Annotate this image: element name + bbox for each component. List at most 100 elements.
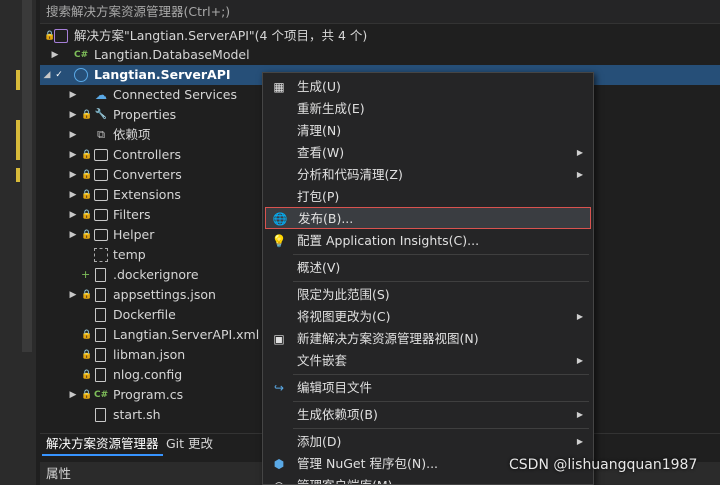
- menu-label: 查看(W): [297, 145, 345, 160]
- tree-label: libman.json: [113, 347, 186, 362]
- connected-services-icon: ☁: [95, 88, 107, 102]
- excluded-folder-icon: [94, 248, 108, 262]
- expand-arrow-icon[interactable]: ▶: [68, 385, 78, 405]
- lock-icon: 🔒: [81, 370, 93, 380]
- menu-item-pack[interactable]: 打包(P): [263, 186, 593, 208]
- lock-icon: 🔒: [44, 31, 56, 41]
- tab-git-changes[interactable]: Git 更改: [162, 434, 217, 454]
- menu-item-change-view[interactable]: 将视图更改为(C) ▶: [263, 306, 593, 328]
- edit-arrow-icon: ↪: [273, 381, 285, 395]
- solution-node[interactable]: 🔒 解决方案"Langtian.ServerAPI"(4 个项目，共 4 个): [40, 26, 720, 46]
- submenu-arrow-icon: ▶: [576, 170, 583, 179]
- nuget-icon: ⬢: [273, 457, 285, 471]
- expand-arrow-icon[interactable]: ▶: [68, 225, 78, 245]
- json-file-icon: [95, 348, 106, 362]
- build-icon: ▦: [273, 80, 285, 94]
- lock-icon: 🔒: [81, 210, 93, 220]
- menu-item-clean[interactable]: 清理(N): [263, 120, 593, 142]
- search-input[interactable]: 搜索解决方案资源管理器(Ctrl+;): [40, 0, 720, 24]
- menu-item-publish[interactable]: 🌐 发布(B)...: [265, 207, 591, 229]
- tree-label: Helper: [113, 227, 155, 242]
- change-marker: [16, 120, 20, 160]
- tree-label: Langtian.ServerAPI: [94, 67, 231, 82]
- menu-item-overview[interactable]: 概述(V): [263, 257, 593, 279]
- menu-label: 生成(U): [297, 79, 341, 94]
- folder-icon: [94, 169, 108, 181]
- menu-item-app-insights[interactable]: 💡 配置 Application Insights(C)...: [263, 230, 593, 252]
- menu-separator: [293, 401, 589, 402]
- folder-icon: [94, 209, 108, 221]
- check-icon: ✓: [55, 70, 63, 80]
- tree-label: Connected Services: [113, 87, 237, 102]
- expand-arrow-icon[interactable]: ▶: [68, 125, 78, 145]
- csharp-file-icon: C#: [94, 390, 109, 400]
- folder-icon: [94, 229, 108, 241]
- web-project-icon: [74, 68, 88, 82]
- solution-icon: [54, 29, 68, 43]
- change-marker: [16, 168, 20, 182]
- menu-label: 配置 Application Insights(C)...: [297, 233, 480, 248]
- menu-item-build-dependencies[interactable]: 生成依赖项(B) ▶: [263, 404, 593, 426]
- scrollbar-rail[interactable]: [22, 0, 32, 352]
- csharp-project-icon: C#: [74, 50, 89, 60]
- menu-item-add[interactable]: 添加(D) ▶: [263, 431, 593, 453]
- lock-icon: 🔒: [81, 190, 93, 200]
- tree-label: .dockerignore: [113, 267, 199, 282]
- lock-icon: 🔒: [81, 110, 93, 120]
- menu-item-analyze[interactable]: 分析和代码清理(Z) ▶: [263, 164, 593, 186]
- expand-arrow-icon[interactable]: ▶: [68, 205, 78, 225]
- tree-label: 依赖项: [113, 127, 151, 142]
- context-menu: ▦ 生成(U) 重新生成(E) 清理(N) 查看(W) ▶ 分析和代码清理(Z)…: [262, 72, 594, 485]
- lock-icon: 🔒: [81, 290, 93, 300]
- lock-icon: 🔒: [81, 330, 93, 340]
- expand-arrow-icon[interactable]: ▶: [68, 105, 78, 125]
- menu-label: 分析和代码清理(Z): [297, 167, 403, 182]
- lock-icon: 🔒: [81, 350, 93, 360]
- menu-label: 生成依赖项(B): [297, 407, 378, 422]
- menu-item-manage-client-libraries[interactable]: ◎ 管理客户端库(M)...: [263, 475, 593, 484]
- menu-label: 管理客户端库(M)...: [297, 475, 404, 484]
- globe-icon: ◎: [271, 479, 287, 484]
- collapse-arrow-icon[interactable]: ◢: [42, 65, 52, 85]
- menu-item-file-nesting[interactable]: 文件嵌套 ▶: [263, 350, 593, 372]
- menu-label: 重新生成(E): [297, 101, 365, 116]
- expand-arrow-icon[interactable]: ▶: [68, 85, 78, 105]
- menu-item-view[interactable]: 查看(W) ▶: [263, 142, 593, 164]
- menu-label: 限定为此范围(S): [297, 287, 390, 302]
- menu-item-rebuild[interactable]: 重新生成(E): [263, 98, 593, 120]
- xml-file-icon: [95, 328, 106, 342]
- expand-arrow-icon[interactable]: ▶: [68, 165, 78, 185]
- expand-arrow-icon[interactable]: ▶: [68, 185, 78, 205]
- lock-icon: 🔒: [81, 170, 93, 180]
- menu-item-edit-project[interactable]: ↪ 编辑项目文件: [263, 377, 593, 399]
- expand-arrow-icon[interactable]: ▶: [68, 145, 78, 165]
- folder-icon: [94, 189, 108, 201]
- menu-separator: [293, 428, 589, 429]
- tree-label: nlog.config: [113, 367, 183, 382]
- tab-solution-explorer[interactable]: 解决方案资源管理器: [42, 434, 163, 456]
- file-icon: [95, 408, 106, 422]
- tree-label: Extensions: [113, 187, 181, 202]
- submenu-arrow-icon: ▶: [576, 148, 583, 157]
- menu-item-scope[interactable]: 限定为此范围(S): [263, 284, 593, 306]
- tree-label: Properties: [113, 107, 177, 122]
- menu-label: 管理 NuGet 程序包(N)...: [297, 456, 439, 471]
- globe-icon: 🌐: [272, 212, 288, 226]
- menu-label: 将视图更改为(C): [297, 309, 391, 324]
- tree-label: Langtian.ServerAPI.xml: [113, 327, 260, 342]
- menu-item-build[interactable]: ▦ 生成(U): [263, 76, 593, 98]
- menu-label: 新建解决方案资源管理器视图(N): [297, 331, 479, 346]
- lock-icon: 🔒: [81, 390, 93, 400]
- menu-item-new-explorer-view[interactable]: ▣ 新建解决方案资源管理器视图(N): [263, 328, 593, 350]
- menu-label: 文件嵌套: [297, 353, 348, 368]
- expand-arrow-icon[interactable]: ▶: [50, 45, 60, 65]
- tree-node-database-model[interactable]: ▶ C# Langtian.DatabaseModel: [40, 45, 720, 65]
- tree-label: start.sh: [113, 407, 161, 422]
- folder-icon: [94, 149, 108, 161]
- solution-label: 解决方案"Langtian.ServerAPI"(4 个项目，共 4 个): [74, 28, 368, 43]
- tree-label: appsettings.json: [113, 287, 216, 302]
- submenu-arrow-icon: ▶: [576, 312, 583, 321]
- expand-arrow-icon[interactable]: ▶: [68, 285, 78, 305]
- json-file-icon: [95, 288, 106, 302]
- menu-label: 概述(V): [297, 260, 341, 275]
